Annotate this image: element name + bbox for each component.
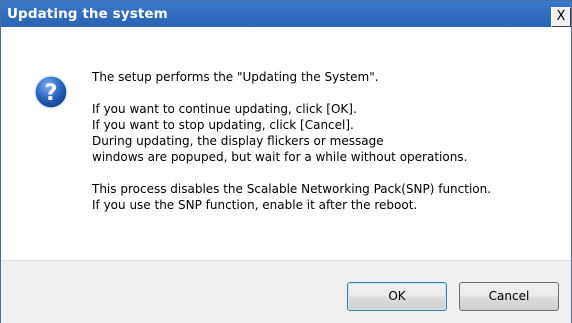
ok-button[interactable]: OK bbox=[347, 282, 447, 311]
message-text: The setup performs the "Updating the Sys… bbox=[92, 69, 562, 213]
update-dialog: Updating the system X ? The setup perfor… bbox=[0, 0, 572, 323]
message-line: If you want to continue updating, click … bbox=[92, 102, 357, 116]
message-line: This process disables the Scalable Netwo… bbox=[92, 182, 492, 196]
question-glyph: ? bbox=[45, 81, 58, 106]
message-line: windows are popuped, but wait for a whil… bbox=[92, 150, 468, 164]
cancel-button[interactable]: Cancel bbox=[459, 282, 559, 311]
message-line: The setup performs the "Updating the Sys… bbox=[92, 70, 379, 84]
question-icon: ? bbox=[34, 75, 68, 109]
close-button[interactable]: X bbox=[551, 7, 571, 27]
close-icon: X bbox=[556, 9, 566, 24]
message-line: If you use the SNP function, enable it a… bbox=[92, 198, 418, 212]
button-bar: OK Cancel bbox=[1, 260, 571, 323]
title-bar[interactable]: Updating the system X bbox=[1, 1, 571, 27]
message-line: During updating, the display flickers or… bbox=[92, 134, 384, 148]
dialog-content: ? The setup performs the "Updating the S… bbox=[1, 27, 571, 260]
dialog-title: Updating the system bbox=[7, 6, 168, 22]
message-line: If you want to stop updating, click [Can… bbox=[92, 118, 354, 132]
